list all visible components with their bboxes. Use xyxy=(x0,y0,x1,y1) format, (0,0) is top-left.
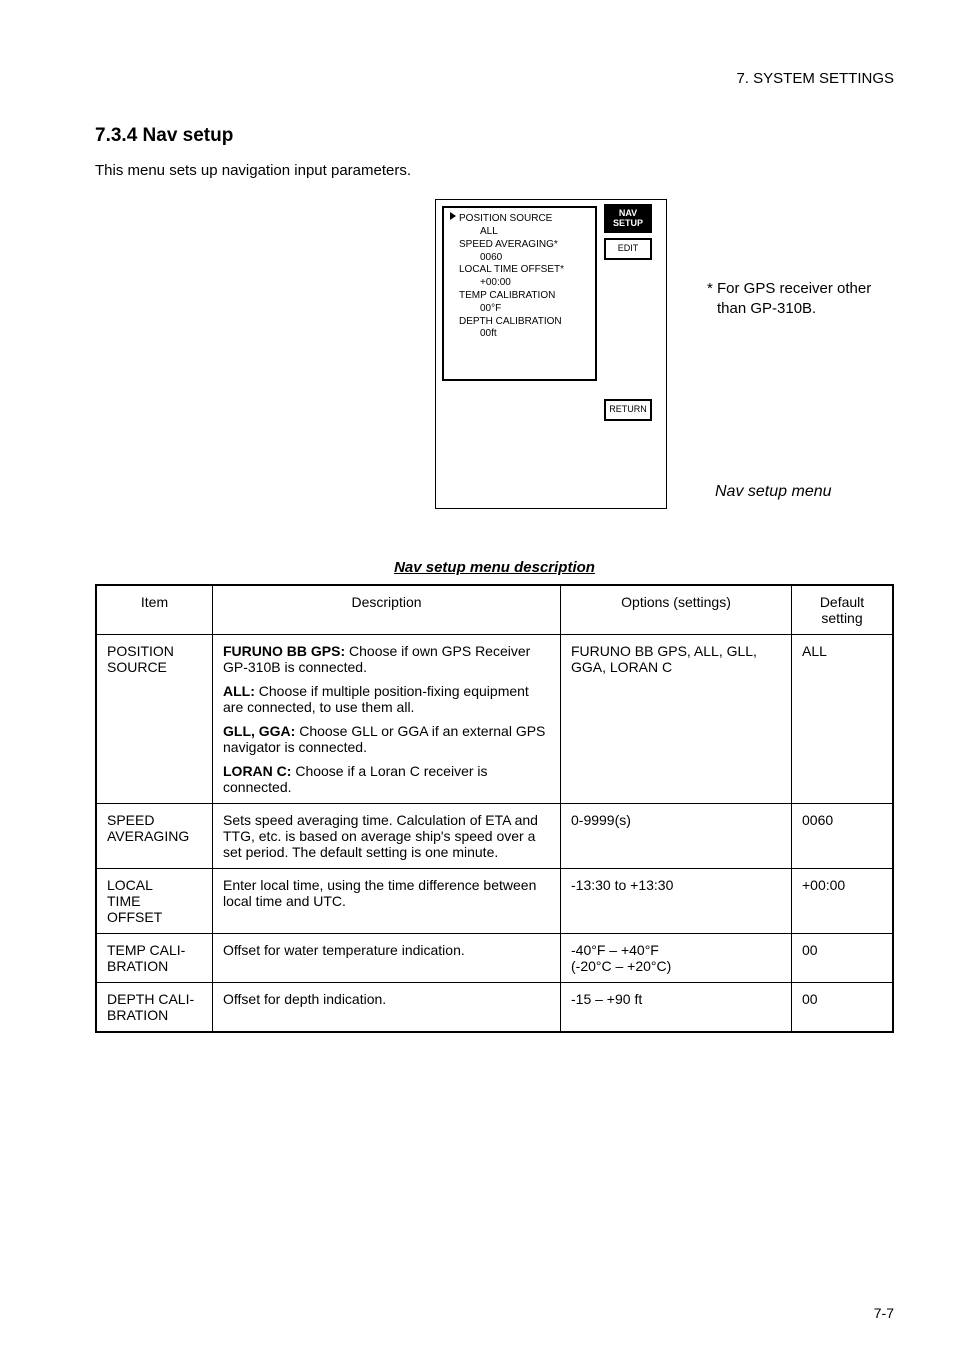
cell-default: 00 xyxy=(792,934,894,983)
cell-item: SPEEDAVERAGING xyxy=(96,804,213,869)
table-row: POSITIONSOURCEFURUNO BB GPS: Choose if o… xyxy=(96,635,893,804)
cell-description: Sets speed averaging time. Calculation o… xyxy=(213,804,561,869)
col-item: Item xyxy=(96,585,213,635)
menu-item-value: ALL xyxy=(450,226,591,239)
footnote-line: * For GPS receiver other xyxy=(707,280,871,297)
spec-table: Item Description Options (settings) Defa… xyxy=(95,584,894,1033)
cell-item: TEMP CALI-BRATION xyxy=(96,934,213,983)
cell-description: FURUNO BB GPS: Choose if own GPS Receive… xyxy=(213,635,561,804)
section-heading: 7.3.4 Nav setup xyxy=(95,125,894,147)
selection-pointer-icon xyxy=(450,212,456,220)
menu-item-label: TEMP CALIBRATION xyxy=(450,290,591,303)
cell-description: Enter local time, using the time differe… xyxy=(213,869,561,934)
cell-item: LOCALTIMEOFFSET xyxy=(96,869,213,934)
cell-item: DEPTH CALI-BRATION xyxy=(96,983,213,1033)
cell-options: -15 – +90 ft xyxy=(561,983,792,1033)
softkey-edit: EDIT xyxy=(604,238,652,259)
col-default: Default setting xyxy=(792,585,894,635)
table-title: Nav setup menu description xyxy=(95,559,894,576)
table-row: LOCALTIMEOFFSETEnter local time, using t… xyxy=(96,869,893,934)
screen-outline: POSITION SOURCE ALL SPEED AVERAGING* 006… xyxy=(435,199,667,509)
table-row: TEMP CALI-BRATIONOffset for water temper… xyxy=(96,934,893,983)
menu-item-value: 00ft xyxy=(450,328,591,341)
menu-item-value: 00°F xyxy=(450,303,591,316)
cell-default: ALL xyxy=(792,635,894,804)
table-row: DEPTH CALI-BRATIONOffset for depth indic… xyxy=(96,983,893,1033)
menu-box: POSITION SOURCE ALL SPEED AVERAGING* 006… xyxy=(442,206,597,381)
softkey-nav-setup: NAV SETUP xyxy=(604,204,652,233)
figure-caption: Nav setup menu xyxy=(715,483,832,501)
menu-item-label: LOCAL TIME OFFSET* xyxy=(450,264,591,277)
intro-text: This menu sets up navigation input param… xyxy=(95,161,435,181)
page-number: 7-7 xyxy=(874,1305,894,1321)
menu-item-label: DEPTH CALIBRATION xyxy=(450,316,591,329)
cell-options: 0-9999(s) xyxy=(561,804,792,869)
table-row: SPEEDAVERAGINGSets speed averaging time.… xyxy=(96,804,893,869)
cell-default: 0060 xyxy=(792,804,894,869)
cell-options: FURUNO BB GPS, ALL, GLL, GGA, LORAN C xyxy=(561,635,792,804)
softkey-return: RETURN xyxy=(604,399,652,420)
menu-item-label: SPEED AVERAGING* xyxy=(450,239,591,252)
cell-options: -40°F – +40°F(-20°C – +20°C) xyxy=(561,934,792,983)
col-options: Options (settings) xyxy=(561,585,792,635)
footnote: * For GPS receiver other than GP-310B. xyxy=(707,279,937,318)
table-header-row: Item Description Options (settings) Defa… xyxy=(96,585,893,635)
menu-item-value: 0060 xyxy=(450,252,591,265)
col-desc: Description xyxy=(213,585,561,635)
cell-default: +00:00 xyxy=(792,869,894,934)
footnote-line: than GP-310B. xyxy=(707,300,816,317)
cell-options: -13:30 to +13:30 xyxy=(561,869,792,934)
menu-item-label: POSITION SOURCE xyxy=(459,213,552,224)
menu-item-value: +00:00 xyxy=(450,277,591,290)
softkey-column: NAV SETUP EDIT RETURN xyxy=(604,204,662,259)
cell-default: 00 xyxy=(792,983,894,1033)
cell-item: POSITIONSOURCE xyxy=(96,635,213,804)
spec-table-wrap: Nav setup menu description Item Descript… xyxy=(95,559,894,1033)
screen-illustration: POSITION SOURCE ALL SPEED AVERAGING* 006… xyxy=(95,199,894,529)
cell-description: Offset for water temperature indication. xyxy=(213,934,561,983)
chapter-heading: 7. SYSTEM SETTINGS xyxy=(736,70,894,87)
cell-description: Offset for depth indication. xyxy=(213,983,561,1033)
softkey-label: SETUP xyxy=(613,218,643,228)
